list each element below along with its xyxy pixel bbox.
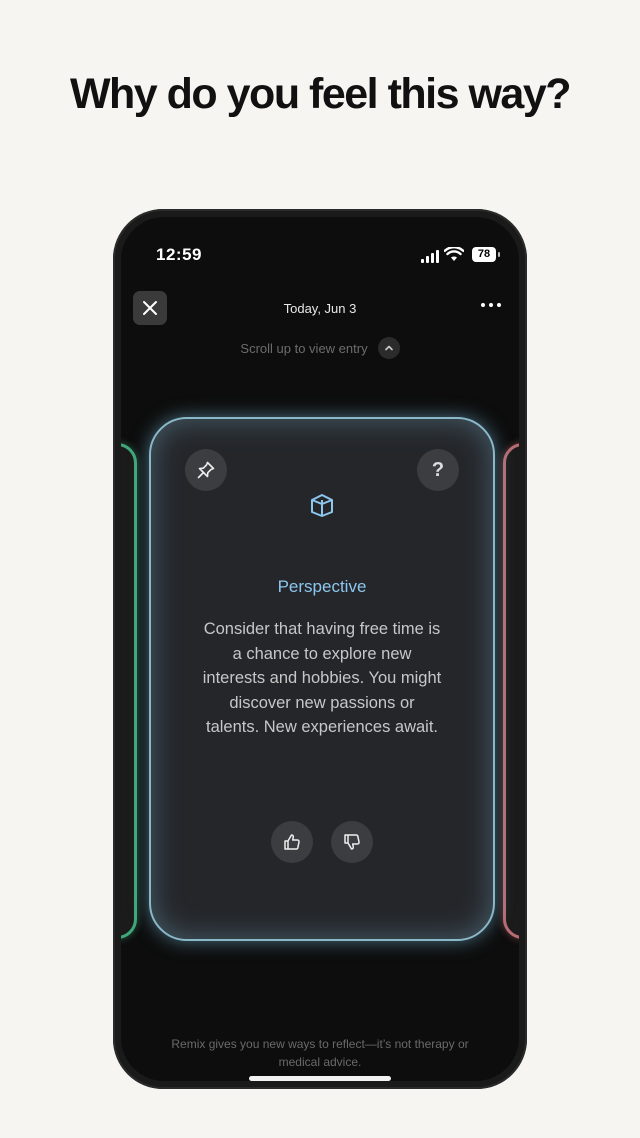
next-card[interactable] <box>503 443 519 939</box>
status-time: 12:59 <box>156 245 202 264</box>
card-body: Consider that having free time is a chan… <box>202 620 442 736</box>
phone-frame: 12:59 78 Today, Jun 3 Scroll up to view … <box>113 209 527 1089</box>
phone-screen: 12:59 78 Today, Jun 3 Scroll up to view … <box>121 217 519 1081</box>
disclaimer-text: Remix gives you new ways to reflect—it’s… <box>171 1037 469 1069</box>
help-button[interactable]: ? <box>417 449 459 491</box>
status-bar: 12:59 78 <box>121 239 519 273</box>
chevron-up-icon <box>377 337 400 359</box>
previous-card[interactable] <box>121 443 137 939</box>
wifi-icon <box>444 247 464 261</box>
card-title: Perspective <box>277 577 367 596</box>
pin-button[interactable] <box>185 449 227 491</box>
thumbs-up-icon <box>284 834 300 850</box>
more-options-button[interactable] <box>481 303 501 307</box>
scroll-hint-label: Scroll up to view entry <box>240 340 368 356</box>
thumbs-up-button[interactable] <box>271 821 313 863</box>
more-icon <box>481 303 485 307</box>
thumbs-down-icon <box>344 834 360 850</box>
signal-icon <box>421 250 439 263</box>
help-icon: ? <box>431 458 445 481</box>
perspective-card: ? Perspective Consider that having free … <box>149 417 495 941</box>
pin-icon <box>197 461 215 479</box>
page-headline: Why do you feel this way? <box>69 70 572 118</box>
feedback-buttons <box>151 821 493 863</box>
scroll-hint[interactable]: Scroll up to view entry <box>121 337 519 359</box>
book-icon <box>151 491 493 519</box>
battery-indicator: 78 <box>472 247 500 262</box>
home-indicator[interactable] <box>249 1076 391 1081</box>
entry-date: Today, Jun 3 <box>283 301 357 316</box>
thumbs-down-button[interactable] <box>331 821 373 863</box>
